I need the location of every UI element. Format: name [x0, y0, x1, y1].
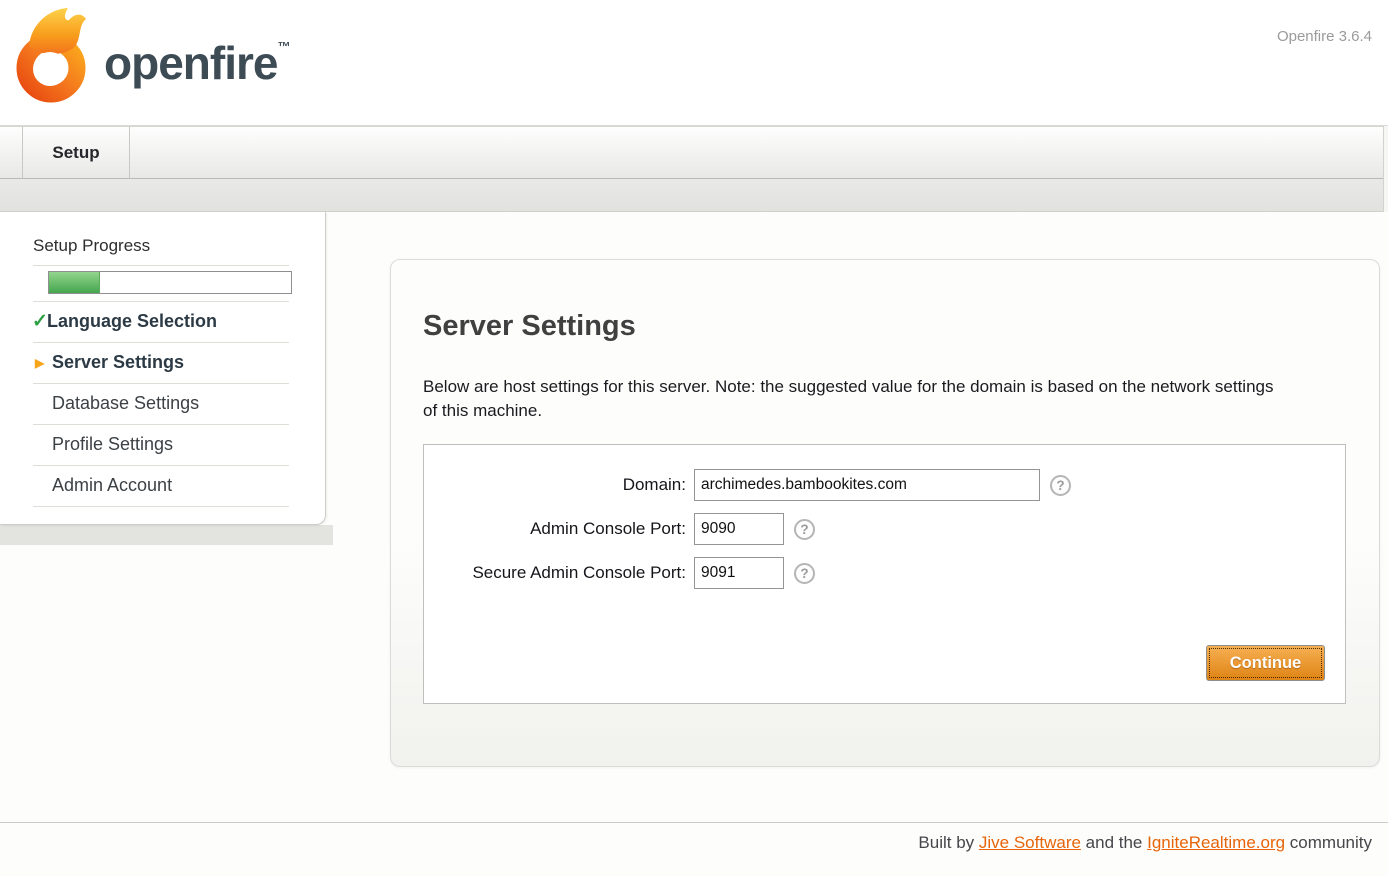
arrow-right-icon: ▶ — [35, 356, 44, 370]
tab-bar: Setup — [0, 126, 1388, 179]
step-admin-account: Admin Account — [33, 466, 289, 507]
secure-admin-console-port-input[interactable] — [694, 557, 784, 589]
footer-divider — [0, 822, 1388, 823]
domain-input[interactable] — [694, 469, 1040, 501]
jive-software-link[interactable]: Jive Software — [979, 833, 1081, 852]
admin-console-port-input[interactable] — [694, 513, 784, 545]
form-row-secure-admin-port: Secure Admin Console Port: ? — [424, 557, 1345, 589]
subnav-band — [0, 179, 1388, 212]
step-database-settings: Database Settings — [33, 384, 289, 425]
step-label: Admin Account — [52, 475, 172, 495]
step-profile-settings: Profile Settings — [33, 425, 289, 466]
step-label: Language Selection — [47, 311, 217, 331]
igniterealtime-link[interactable]: IgniteRealtime.org — [1147, 833, 1285, 852]
server-settings-form: Domain: ? Admin Console Port: ? Secure A… — [423, 444, 1346, 704]
scrollbar-track — [1383, 126, 1388, 212]
admin-console-port-label: Admin Console Port: — [424, 519, 694, 539]
trademark-symbol: ™ — [277, 39, 290, 54]
header: openfire™ Openfire 3.6.4 — [0, 0, 1388, 126]
check-icon: ✓ — [32, 310, 48, 333]
sidebar-bottom-strip — [0, 525, 333, 545]
openfire-logo-icon — [14, 6, 98, 110]
version-text: Openfire 3.6.4 — [1277, 28, 1372, 45]
footer-suffix: community — [1285, 833, 1372, 852]
help-icon[interactable]: ? — [794, 563, 815, 584]
step-server-settings: ▶ Server Settings — [33, 343, 289, 384]
footer-prefix: Built by — [918, 833, 978, 852]
continue-button[interactable]: Continue — [1206, 645, 1325, 681]
help-icon[interactable]: ? — [794, 519, 815, 540]
setup-progress-panel: Setup Progress ✓ Language Selection ▶ Se… — [0, 212, 326, 525]
step-label: Server Settings — [52, 352, 184, 372]
progress-fill — [49, 272, 100, 293]
domain-label: Domain: — [424, 475, 694, 495]
step-label: Database Settings — [52, 393, 199, 413]
form-row-admin-port: Admin Console Port: ? — [424, 513, 1345, 545]
logo-wordmark: openfire™ — [104, 36, 290, 90]
footer-credits: Built by Jive Software and the IgniteRea… — [918, 833, 1372, 853]
main-content-panel: Server Settings Below are host settings … — [390, 259, 1380, 767]
sidebar-column: Setup Progress ✓ Language Selection ▶ Se… — [0, 212, 333, 545]
help-icon[interactable]: ? — [1050, 475, 1071, 496]
step-language-selection: ✓ Language Selection — [33, 302, 289, 343]
tab-setup[interactable]: Setup — [22, 127, 130, 178]
secure-admin-console-port-label: Secure Admin Console Port: — [424, 563, 694, 583]
page-title: Server Settings — [423, 310, 636, 343]
page-description: Below are host settings for this server.… — [423, 375, 1288, 423]
progress-bar — [48, 271, 292, 294]
footer-middle: and the — [1081, 833, 1147, 852]
setup-progress-title: Setup Progress — [33, 236, 289, 266]
step-label: Profile Settings — [52, 434, 173, 454]
setup-steps-list: ✓ Language Selection ▶ Server Settings D… — [33, 301, 289, 507]
form-row-domain: Domain: ? — [424, 469, 1345, 501]
